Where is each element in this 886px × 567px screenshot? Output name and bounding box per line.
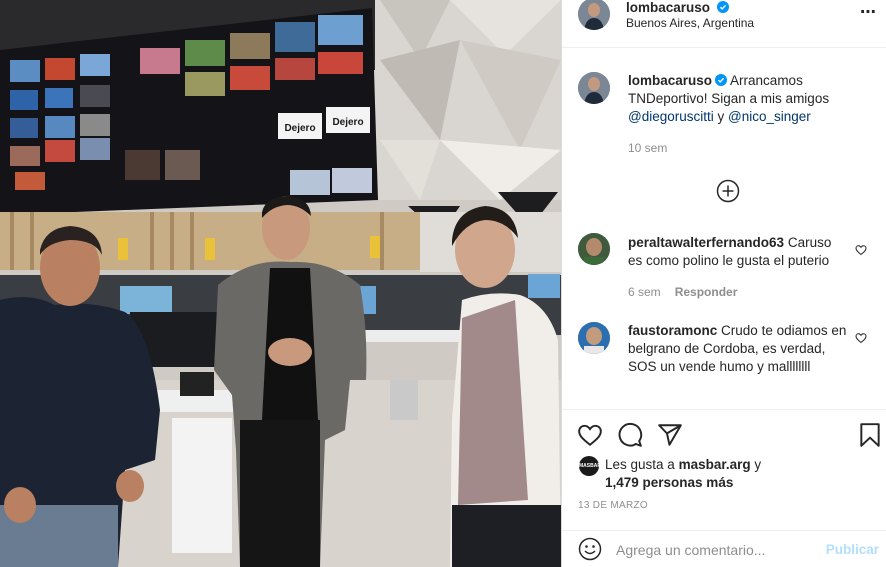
likes-count[interactable]: 1,479 personas más xyxy=(605,475,733,490)
header-user-line: lombacaruso xyxy=(626,0,729,15)
comment-2-like-heart-icon[interactable] xyxy=(855,332,867,344)
load-more-comments-icon[interactable] xyxy=(716,179,740,203)
post-details-panel: lombacaruso Buenos Aires, Argentina ⋯ lo… xyxy=(561,0,886,567)
save-bookmark-icon[interactable] xyxy=(857,422,883,448)
comment-1-reply-button[interactable]: Responder xyxy=(675,285,738,299)
comment-1-time[interactable]: 6 sem xyxy=(628,285,661,299)
author-username[interactable]: lombacaruso xyxy=(626,0,710,15)
comment-avatar-2[interactable] xyxy=(578,322,610,354)
like-heart-icon[interactable] xyxy=(577,422,603,448)
likes-prefix: Les gusta a xyxy=(605,457,675,472)
add-comment-bar: Publicar xyxy=(562,530,886,567)
comment-1-username[interactable]: peraltawalterfernando63 xyxy=(628,235,784,250)
comment-input[interactable] xyxy=(616,539,816,561)
comment-2: faustoramonc Crudo te odiamos en belgran… xyxy=(628,322,848,376)
post-photo[interactable]: Dejero Dejero xyxy=(0,0,561,567)
caption-avatar-image xyxy=(578,72,610,104)
comment-1-like-heart-icon[interactable] xyxy=(855,244,867,256)
post-photo-image: Dejero Dejero xyxy=(0,0,561,567)
liker-avatar[interactable]: MASBAR xyxy=(579,456,601,476)
more-options-icon[interactable]: ⋯ xyxy=(860,2,877,22)
likes-line-1: Les gusta a masbar.arg y xyxy=(605,457,761,472)
monitor-label-1: Dejero xyxy=(284,123,315,134)
publish-button[interactable]: Publicar xyxy=(826,542,879,557)
caption-time[interactable]: 10 sem xyxy=(628,141,667,155)
caption-connector: y xyxy=(717,109,725,124)
post-location[interactable]: Buenos Aires, Argentina xyxy=(626,16,754,30)
monitor-label-2: Dejero xyxy=(332,117,363,128)
caption-verified-icon xyxy=(715,74,728,86)
comment-2-username[interactable]: faustoramonc xyxy=(628,323,717,338)
comments-section: lombacaruso Arrancamos TNDeportivo! Siga… xyxy=(562,49,886,409)
verified-badge-icon xyxy=(716,1,729,13)
emoji-icon[interactable] xyxy=(578,537,602,561)
comment-avatar-2-image xyxy=(578,322,610,354)
caption-username[interactable]: lombacaruso xyxy=(628,73,712,88)
comment-avatar-1[interactable] xyxy=(578,233,610,265)
caption-mention-1[interactable]: @diegoruscitti xyxy=(628,109,714,124)
post-actions: MASBAR Les gusta a masbar.arg y 1,479 pe… xyxy=(562,409,886,539)
comment-1-meta: 6 sem Responder xyxy=(628,285,737,299)
post-header: lombacaruso Buenos Aires, Argentina ⋯ xyxy=(562,0,886,48)
likes-connector: y xyxy=(754,457,762,472)
comment-1: peraltawalterfernando63 Caruso es como p… xyxy=(628,234,848,270)
post-date[interactable]: 13 DE MARZO xyxy=(578,500,648,511)
liker-username[interactable]: masbar.arg xyxy=(679,457,751,472)
author-avatar-image xyxy=(578,0,610,30)
comment-bubble-icon[interactable] xyxy=(617,422,643,448)
caption-avatar[interactable] xyxy=(578,72,610,104)
caption-text: lombacaruso Arrancamos TNDeportivo! Siga… xyxy=(628,72,848,126)
caption-mention-2[interactable]: @nico_singer xyxy=(728,109,811,124)
comment-avatar-1-image xyxy=(578,233,610,265)
share-send-icon[interactable] xyxy=(657,422,683,448)
author-avatar[interactable] xyxy=(578,0,610,30)
